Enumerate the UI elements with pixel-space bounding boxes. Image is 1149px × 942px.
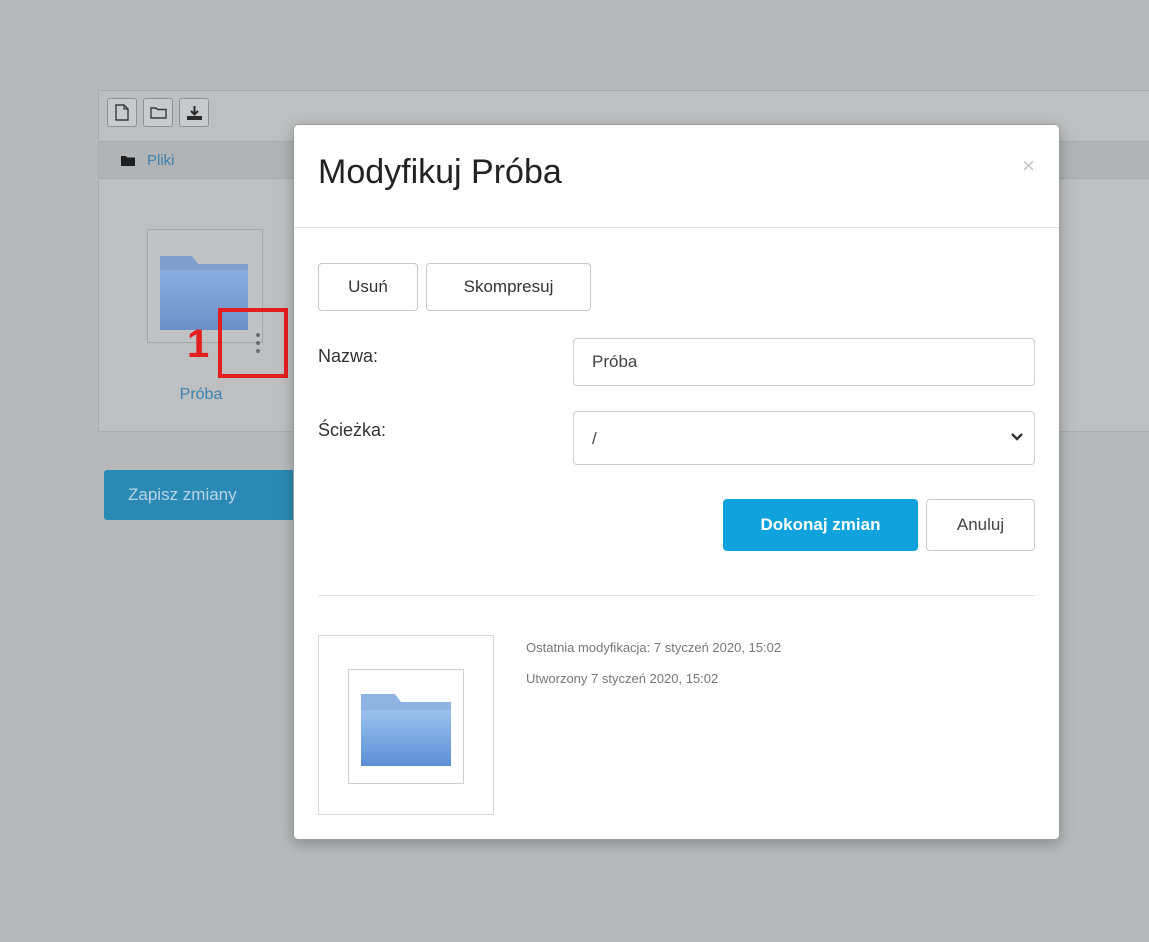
modify-dialog: Modyfikuj Próba × Usuń Skompresuj Nazwa:…	[293, 124, 1060, 840]
path-select[interactable]: /	[573, 411, 1035, 465]
close-icon[interactable]: ×	[1022, 153, 1035, 179]
annotation-highlight-box	[218, 308, 288, 378]
name-label: Nazwa:	[318, 346, 379, 366]
apply-changes-button[interactable]: Dokonaj zmian	[723, 499, 918, 551]
last-modified-text: Ostatnia modyfikacja: 7 styczeń 2020, 15…	[526, 640, 782, 655]
delete-button[interactable]: Usuń	[318, 263, 418, 311]
upload-button[interactable]	[179, 98, 209, 127]
folder-icon	[121, 155, 135, 166]
breadcrumb-link[interactable]: Pliki	[147, 152, 175, 169]
name-input[interactable]	[573, 338, 1035, 386]
new-file-button[interactable]	[107, 98, 137, 127]
preview-thumbnail	[318, 635, 494, 815]
created-text: Utworzony 7 styczeń 2020, 15:02	[526, 671, 719, 686]
modal-title: Modyfikuj Próba	[318, 153, 562, 191]
new-folder-icon	[149, 107, 167, 119]
preview-frame	[348, 669, 464, 784]
upload-icon	[186, 105, 202, 120]
folder-icon	[361, 694, 451, 766]
modal-header: Modyfikuj Próba ×	[294, 125, 1059, 228]
path-label: Ścieżka:	[318, 420, 387, 440]
new-folder-button[interactable]	[143, 98, 173, 127]
path-select-wrapper: /	[573, 411, 1035, 465]
new-file-icon	[115, 104, 129, 121]
divider	[318, 595, 1035, 596]
compress-button[interactable]: Skompresuj	[426, 263, 591, 311]
save-changes-button[interactable]: Zapisz zmiany	[104, 470, 296, 520]
annotation-number: 1	[187, 322, 210, 366]
cancel-button[interactable]: Anuluj	[926, 499, 1035, 551]
folder-name[interactable]: Próba	[147, 386, 255, 404]
file-manager-toolbar	[107, 98, 209, 127]
